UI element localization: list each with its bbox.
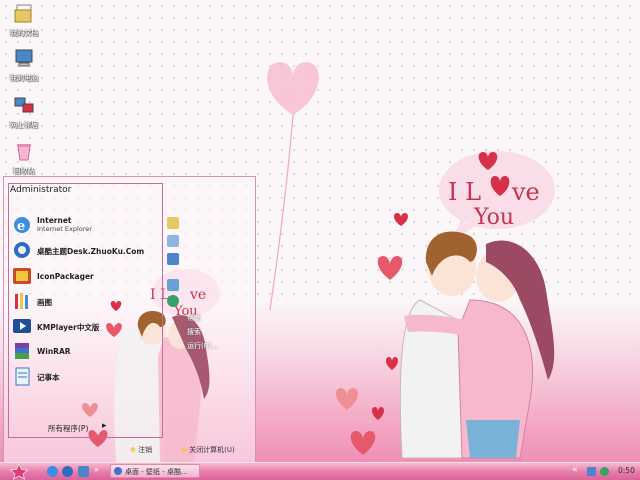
- desktop-icon-label: 我的电脑: [10, 74, 38, 82]
- start-menu-item-title: Internet: [37, 216, 72, 225]
- start-menu-item-title: 桌酷主题Desk.ZhuoKu.Com: [37, 247, 145, 256]
- couple-illustration: [399, 231, 555, 459]
- start-menu-item-kmplayer[interactable]: KMPlayer中文版: [12, 315, 160, 337]
- logoff-icon: ✽: [130, 446, 136, 454]
- heart-3: [385, 357, 399, 370]
- network-places-icon: [14, 97, 34, 113]
- start-menu-item-winrar[interactable]: WinRAR: [12, 340, 160, 362]
- internet-explorer-icon: e: [14, 217, 30, 234]
- start-menu-right-control-panel[interactable]: [167, 279, 183, 292]
- desktop-icon-my-documents[interactable]: 我的文档: [2, 2, 46, 38]
- start-menu-help[interactable]: 帮助: [187, 313, 201, 323]
- kmplayer-icon: [13, 319, 31, 333]
- paint-icon: [15, 293, 28, 309]
- bubble-text-1: I L: [448, 178, 481, 206]
- desktop-icon-recycle-bin[interactable]: 回收站: [2, 140, 46, 176]
- logoff-button[interactable]: ✽ 注销: [130, 445, 152, 455]
- start-menu-right-network[interactable]: [167, 295, 183, 308]
- clock[interactable]: 0:50: [618, 466, 635, 475]
- all-programs-arrow-icon: ▸: [102, 421, 107, 431]
- winrar-icon: [15, 343, 29, 359]
- my-computer-icon: [15, 49, 33, 67]
- heart-5: [371, 407, 385, 420]
- start-menu-item-title: WinRAR: [37, 347, 71, 356]
- heart-1: [394, 213, 408, 226]
- desktop-icon-label: 我的文档: [10, 29, 38, 37]
- control-panel-icon: [167, 279, 179, 291]
- heart-6: [350, 431, 376, 455]
- quicklaunch-browser-icon[interactable]: [62, 466, 73, 477]
- start-menu-run[interactable]: 运行(R)...: [187, 341, 218, 351]
- desktop-icon-label: 网上邻居: [10, 121, 38, 129]
- bubble-text-3: You: [473, 205, 514, 230]
- menu-love-text-2: ve: [189, 287, 206, 303]
- start-star-icon: [9, 463, 29, 480]
- start-menu-item-title: 画图: [37, 298, 52, 307]
- zhuoku-theme-icon: [14, 242, 30, 258]
- quicklaunch-desktop-icon[interactable]: [78, 466, 89, 477]
- notepad-icon: [15, 367, 30, 386]
- heart-2: [377, 256, 403, 280]
- quicklaunch-ie-icon[interactable]: [47, 466, 58, 477]
- window-app-icon: [114, 467, 122, 475]
- desktop: I L ve You 我的文档 我的电脑 网上邻居 回收站 I L ve You…: [0, 0, 640, 462]
- taskbar-window-button[interactable]: 桌面 - 壁纸 - 桌酷...: [110, 464, 200, 478]
- start-menu-item-zhuoku[interactable]: 桌酷主题Desk.ZhuoKu.Com: [12, 239, 160, 261]
- svg-text:e: e: [17, 219, 25, 234]
- start-button[interactable]: [6, 463, 32, 480]
- shutdown-icon: ✽: [181, 446, 187, 454]
- shutdown-label: 关闭计算机(U): [189, 446, 235, 454]
- start-menu-right-computer[interactable]: [167, 253, 183, 266]
- shutdown-button[interactable]: ✽ 关闭计算机(U): [181, 445, 235, 455]
- recycle-bin-icon: [17, 144, 31, 161]
- start-menu-item-notepad[interactable]: 记事本: [12, 365, 160, 387]
- desktop-icon-my-computer[interactable]: 我的电脑: [2, 47, 46, 83]
- start-menu-item-internet[interactable]: e Internet Internet Explorer: [12, 214, 160, 236]
- start-menu-item-subtitle: Internet Explorer: [37, 225, 92, 233]
- start-menu-right-pictures[interactable]: [167, 235, 183, 248]
- start-menu-item-title: IconPackager: [37, 272, 94, 281]
- iconpackager-icon: [13, 268, 31, 284]
- balloon-string: [269, 114, 294, 311]
- desktop-icon-label: 回收站: [13, 167, 35, 175]
- my-documents-icon: [14, 4, 32, 23]
- start-menu-item-title: 记事本: [37, 373, 60, 382]
- system-tray: « 0:50: [570, 464, 640, 479]
- all-programs-button[interactable]: 所有程序(P): [48, 423, 88, 434]
- logoff-label: 注销: [138, 446, 153, 454]
- tray-app-icon[interactable]: [600, 467, 609, 476]
- start-menu-item-paint[interactable]: 画图: [12, 290, 160, 312]
- folder-icon: [167, 235, 179, 247]
- start-menu-search[interactable]: 搜索: [187, 327, 201, 337]
- start-menu-item-title: KMPlayer中文版: [37, 323, 100, 332]
- quicklaunch-chevron-icon[interactable]: »: [94, 465, 99, 474]
- start-menu-user-name: Administrator: [10, 185, 72, 195]
- bubble-text-2: ve: [511, 178, 540, 206]
- balloon-heart: [267, 62, 319, 115]
- start-menu-item-iconpackager[interactable]: IconPackager: [12, 265, 160, 287]
- desktop-icon-network-places[interactable]: 网上邻居: [2, 94, 46, 130]
- tray-expand-icon[interactable]: «: [572, 465, 578, 475]
- computer-icon: [167, 253, 179, 265]
- folder-icon: [167, 217, 179, 229]
- start-menu-right-documents[interactable]: [167, 217, 183, 230]
- heart-4: [336, 388, 358, 410]
- taskbar: » 桌面 - 壁纸 - 桌酷... « 0:50: [0, 462, 640, 480]
- start-menu: I L ve You Administrator e Internet Inte…: [3, 176, 256, 462]
- globe-icon: [167, 295, 179, 307]
- taskbar-window-label: 桌面 - 壁纸 - 桌酷...: [125, 468, 188, 476]
- tray-network-icon[interactable]: [587, 467, 596, 476]
